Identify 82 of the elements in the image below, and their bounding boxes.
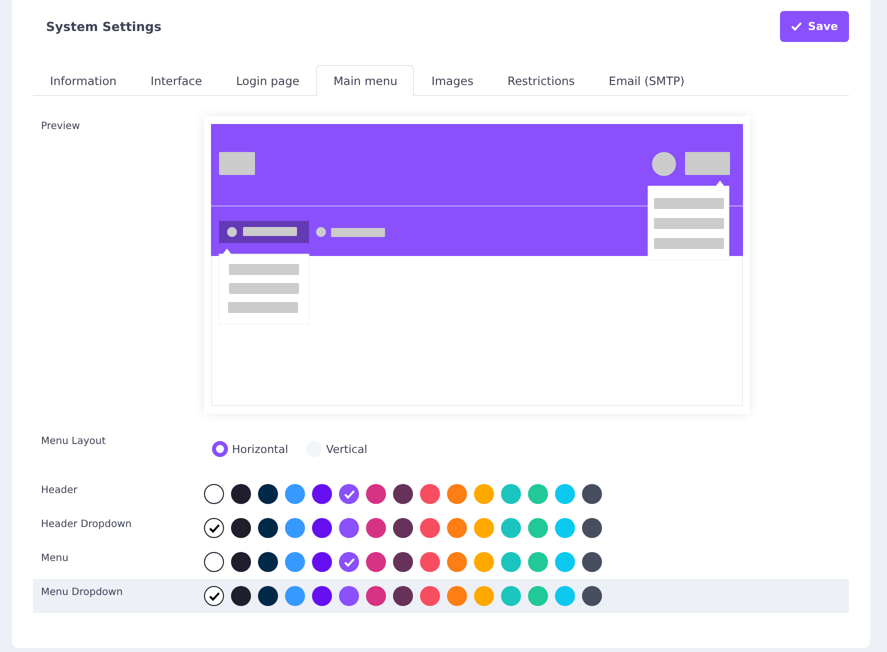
color-swatch[interactable] — [312, 518, 332, 538]
field-label: Header Dropdown — [41, 518, 133, 530]
color-swatch[interactable] — [366, 518, 386, 538]
color-swatch[interactable] — [393, 586, 413, 606]
tab[interactable]: Information — [33, 65, 134, 96]
tab[interactable]: Images — [414, 65, 490, 96]
color-swatch[interactable] — [312, 586, 332, 606]
color-swatch[interactable] — [474, 586, 494, 606]
color-swatch[interactable] — [339, 552, 359, 572]
color-swatch[interactable] — [447, 586, 467, 606]
color-swatch[interactable] — [447, 518, 467, 538]
save-button[interactable]: Save — [780, 11, 849, 42]
field-label: Menu — [41, 552, 70, 564]
color-swatch[interactable] — [312, 552, 332, 572]
color-swatch[interactable] — [528, 518, 548, 538]
color-swatch[interactable] — [420, 518, 440, 538]
color-swatch[interactable] — [231, 586, 251, 606]
radio-option[interactable]: Vertical — [306, 441, 368, 457]
color-swatch[interactable] — [501, 484, 521, 504]
color-swatch[interactable] — [366, 552, 386, 572]
color-swatch[interactable] — [420, 484, 440, 504]
color-swatch[interactable] — [393, 484, 413, 504]
tab[interactable]: Login page — [219, 65, 316, 96]
color-swatch[interactable] — [474, 484, 494, 504]
color-swatch[interactable] — [420, 552, 440, 572]
color-swatch[interactable] — [582, 518, 602, 538]
color-swatch[interactable] — [339, 518, 359, 538]
color-swatch[interactable] — [231, 518, 251, 538]
color-swatch[interactable] — [312, 484, 332, 504]
color-swatch[interactable] — [366, 586, 386, 606]
color-swatch[interactable] — [285, 586, 305, 606]
color-swatch[interactable] — [204, 586, 224, 606]
color-swatch[interactable] — [528, 552, 548, 572]
color-swatch[interactable] — [204, 484, 224, 504]
color-swatch[interactable] — [582, 552, 602, 572]
color-swatch[interactable] — [555, 586, 575, 606]
color-swatch[interactable] — [285, 552, 305, 572]
check-icon — [344, 490, 354, 498]
radio-option[interactable]: Horizontal — [212, 441, 288, 457]
check-icon — [208, 524, 220, 532]
color-swatch[interactable] — [393, 518, 413, 538]
check-icon — [208, 592, 220, 600]
color-swatch[interactable] — [582, 484, 602, 504]
color-swatch[interactable] — [501, 552, 521, 572]
color-swatch[interactable] — [285, 518, 305, 538]
color-swatch[interactable] — [393, 552, 413, 572]
field-label: Menu Layout — [41, 435, 107, 447]
color-swatch[interactable] — [258, 586, 278, 606]
color-swatch[interactable] — [555, 518, 575, 538]
color-swatch[interactable] — [501, 586, 521, 606]
color-swatch[interactable] — [366, 484, 386, 504]
color-swatch[interactable] — [447, 552, 467, 572]
color-swatch[interactable] — [447, 484, 467, 504]
tab[interactable]: Main menu — [316, 65, 414, 96]
page-title: System Settings — [46, 19, 162, 34]
color-swatch[interactable] — [501, 518, 521, 538]
color-swatch[interactable] — [204, 518, 224, 538]
color-swatch[interactable] — [582, 586, 602, 606]
color-swatch[interactable] — [231, 552, 251, 572]
color-swatch[interactable] — [555, 552, 575, 572]
color-swatch[interactable] — [555, 484, 575, 504]
color-swatch[interactable] — [231, 484, 251, 504]
preview-label: Preview — [41, 120, 81, 134]
tab[interactable]: Email (SMTP) — [592, 65, 702, 96]
color-swatch[interactable] — [528, 484, 548, 504]
color-swatch[interactable] — [474, 518, 494, 538]
color-swatch[interactable] — [420, 586, 440, 606]
color-swatch[interactable] — [474, 552, 494, 572]
color-swatch[interactable] — [258, 552, 278, 572]
field-label: Menu Dropdown — [41, 586, 124, 598]
check-icon — [791, 22, 802, 31]
color-swatch[interactable] — [285, 484, 305, 504]
color-swatch[interactable] — [258, 484, 278, 504]
field-label: Header — [41, 484, 78, 496]
color-swatch[interactable] — [258, 518, 278, 538]
tab[interactable]: Restrictions — [490, 65, 592, 96]
color-swatch[interactable] — [339, 586, 359, 606]
color-swatch[interactable] — [204, 552, 224, 572]
tab[interactable]: Interface — [134, 65, 220, 96]
check-icon — [344, 558, 354, 566]
color-swatch[interactable] — [339, 484, 359, 504]
color-swatch[interactable] — [528, 586, 548, 606]
